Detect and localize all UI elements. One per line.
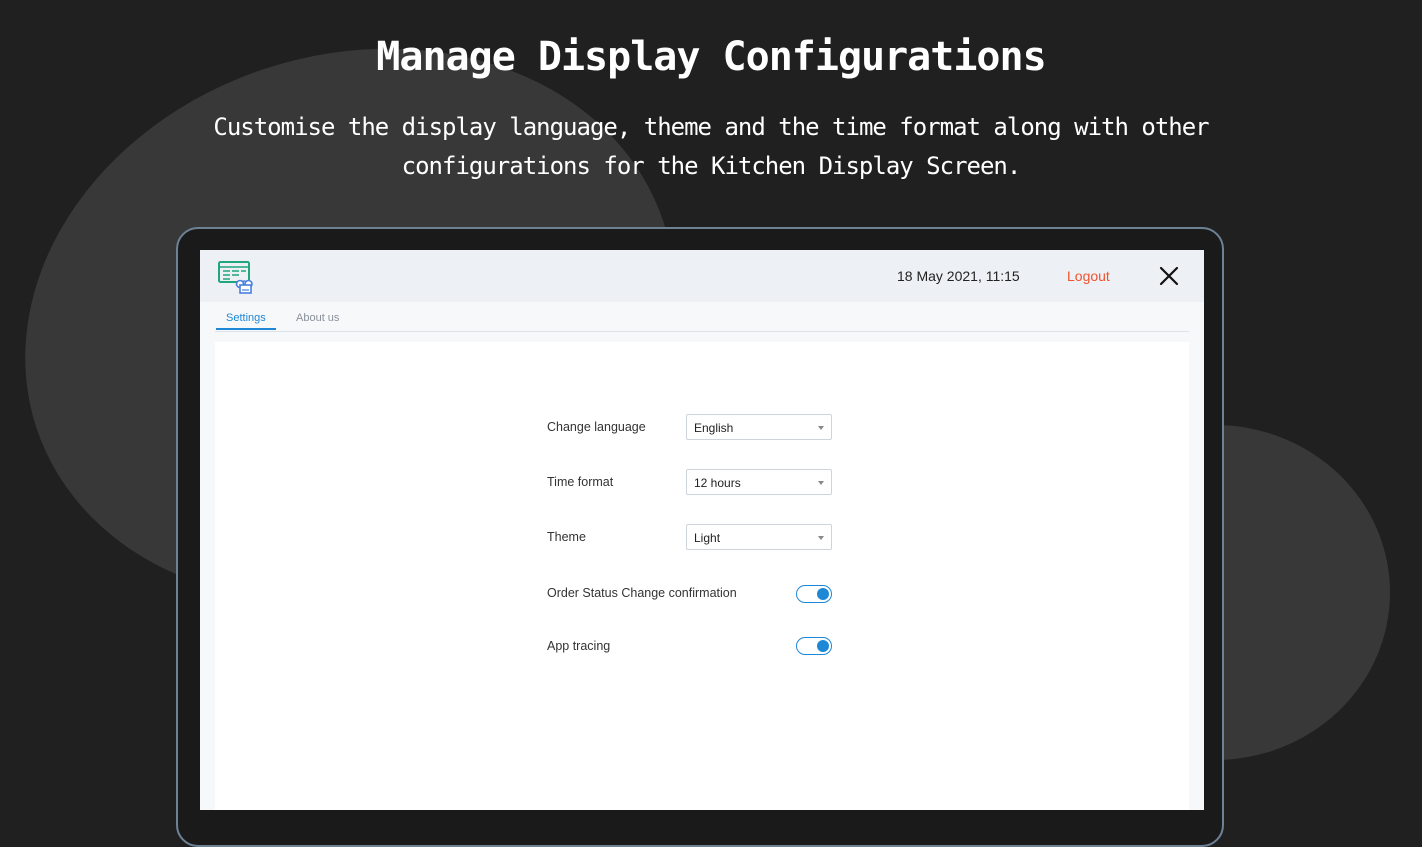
hero-subtitle: Customise the display language, theme an…: [213, 113, 1209, 180]
caret-down-icon: [818, 481, 824, 485]
order-status-confirmation-label: Order Status Change confirmation: [547, 586, 737, 600]
toggle-knob: [817, 639, 829, 652]
theme-label: Theme: [547, 530, 586, 544]
time-format-select-value: 12 hours: [694, 476, 741, 490]
theme-select[interactable]: Light: [686, 524, 832, 550]
caret-down-icon: [818, 426, 824, 430]
close-icon[interactable]: [1158, 265, 1180, 287]
theme-select-value: Light: [694, 531, 721, 545]
kitchen-display-chef-icon: [218, 261, 253, 294]
language-select-value: English: [694, 421, 734, 435]
tab-about-us[interactable]: About us: [286, 312, 349, 330]
hero-title: Manage Display Configurations: [376, 34, 1046, 80]
tab-settings[interactable]: Settings: [216, 312, 276, 330]
header-datetime: 18 May 2021, 11:15: [897, 268, 1020, 284]
language-select[interactable]: English: [686, 414, 832, 440]
app-header: 18 May 2021, 11:15 Logout: [200, 250, 1204, 302]
logout-button[interactable]: Logout: [1067, 268, 1110, 284]
order-status-confirmation-toggle[interactable]: [796, 585, 832, 603]
app-screen: 18 May 2021, 11:15 Logout Settings About…: [200, 250, 1204, 810]
app-tracing-toggle[interactable]: [796, 637, 832, 655]
toggle-knob: [817, 587, 829, 600]
time-format-select[interactable]: 12 hours: [686, 469, 832, 495]
tab-bar: Settings About us: [215, 302, 1189, 332]
caret-down-icon: [818, 536, 824, 540]
settings-panel: Change language English Time format 12 h…: [215, 342, 1189, 810]
change-language-label: Change language: [547, 420, 646, 434]
time-format-label: Time format: [547, 475, 614, 489]
app-tracing-label: App tracing: [547, 639, 611, 653]
